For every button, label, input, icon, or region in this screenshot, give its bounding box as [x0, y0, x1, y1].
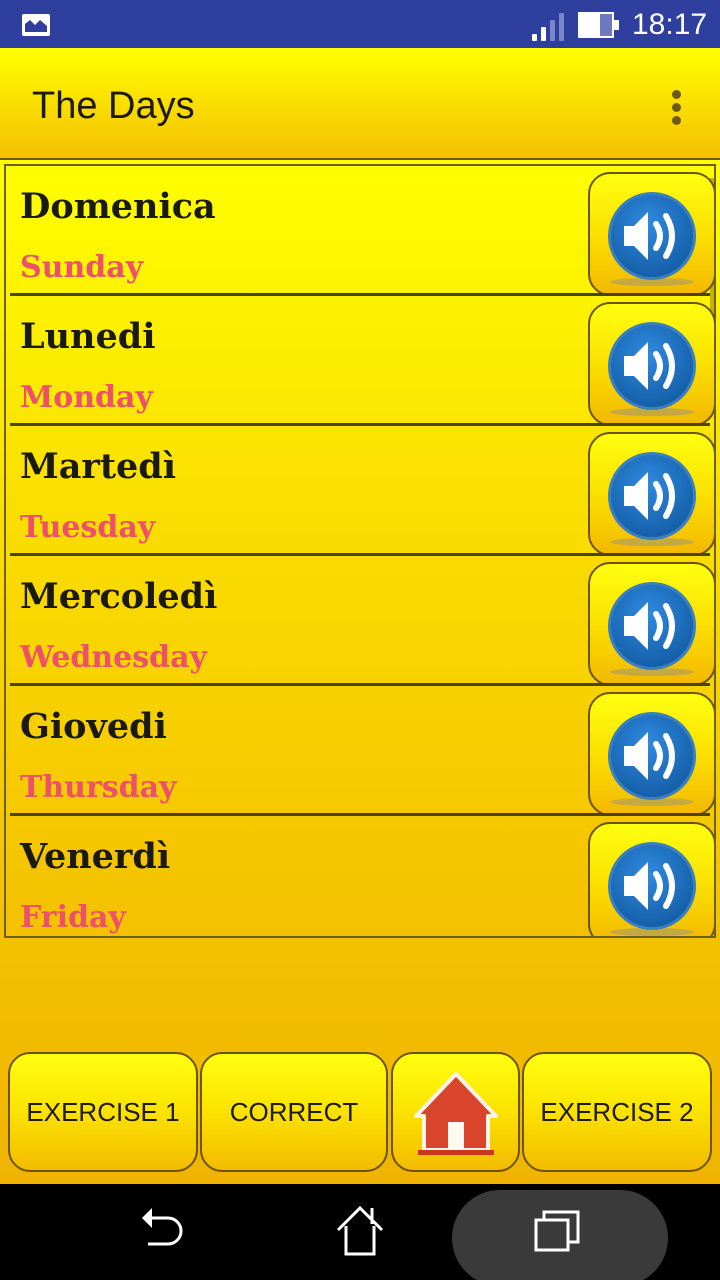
- gallery-icon: [22, 14, 50, 36]
- battery-icon: [578, 12, 619, 38]
- italian-day: Mercoledì: [20, 576, 218, 617]
- correct-button[interactable]: CORRECT: [200, 1052, 388, 1172]
- play-sound-button[interactable]: [588, 172, 714, 296]
- speaker-icon: [608, 452, 696, 546]
- list-item[interactable]: Martedì Tuesday: [10, 426, 714, 556]
- play-sound-button[interactable]: [588, 692, 714, 816]
- italian-day: Domenica: [20, 186, 216, 227]
- signal-icon: [532, 13, 564, 41]
- play-sound-button[interactable]: [588, 432, 714, 556]
- italian-day: Giovedi: [20, 706, 167, 747]
- home-icon: [413, 1072, 498, 1155]
- english-day: Monday: [20, 380, 153, 415]
- italian-day: Venerdì: [20, 836, 171, 877]
- italian-day: Martedì: [20, 446, 177, 487]
- play-sound-button[interactable]: [588, 302, 714, 426]
- home-icon[interactable]: [332, 1204, 388, 1260]
- english-day: Sunday: [20, 250, 144, 285]
- list-item[interactable]: Giovedi Thursday: [10, 686, 714, 816]
- speaker-icon: [608, 322, 696, 416]
- speaker-icon: [608, 582, 696, 676]
- nav-bar: [0, 1184, 720, 1280]
- days-list[interactable]: Domenica Sunday Lunedi Monday Martedì Tuesday…: [4, 164, 716, 938]
- list-item[interactable]: Mercoledì Wednesday: [10, 556, 714, 686]
- exercise-2-button[interactable]: EXERCISE 2: [522, 1052, 712, 1172]
- english-day: Wednesday: [20, 640, 207, 675]
- play-sound-button[interactable]: [588, 822, 714, 936]
- list-item[interactable]: Domenica Sunday: [10, 166, 714, 296]
- speaker-icon: [608, 192, 696, 286]
- speaker-icon: [608, 842, 696, 936]
- english-day: Tuesday: [20, 510, 156, 545]
- more-vert-icon[interactable]: [660, 90, 692, 130]
- speaker-icon: [608, 712, 696, 806]
- english-day: Thursday: [20, 770, 177, 805]
- list-item[interactable]: Venerdì Friday: [10, 816, 714, 936]
- exercise-1-button[interactable]: EXERCISE 1: [8, 1052, 198, 1172]
- italian-day: Lunedi: [20, 316, 156, 357]
- clock: 18:17: [632, 8, 708, 41]
- home-button[interactable]: [391, 1052, 520, 1172]
- play-sound-button[interactable]: [588, 562, 714, 686]
- app-bar: The Days: [0, 48, 720, 160]
- list-item[interactable]: Lunedi Monday: [10, 296, 714, 426]
- recents-icon[interactable]: [532, 1204, 588, 1260]
- content: Domenica Sunday Lunedi Monday Martedì Tuesday…: [0, 160, 720, 1184]
- page-title: The Days: [32, 85, 195, 127]
- status-bar: 18:17: [0, 0, 720, 48]
- back-icon[interactable]: [134, 1204, 188, 1258]
- english-day: Friday: [20, 900, 126, 935]
